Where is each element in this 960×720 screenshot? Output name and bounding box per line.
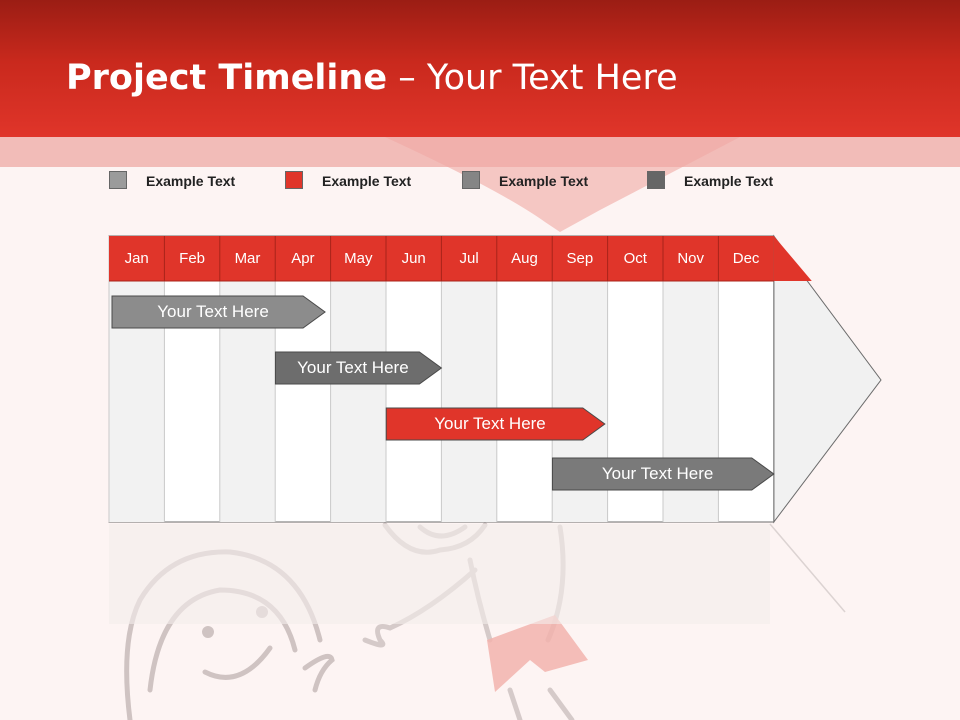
task-bar-label: Your Text Here: [297, 358, 409, 377]
month-header-tip: [773, 236, 812, 281]
month-label: Apr: [291, 250, 315, 267]
month-label: May: [344, 250, 373, 267]
month-label: Jan: [124, 250, 149, 267]
task-bar-label: Your Text Here: [157, 302, 269, 321]
month-label: Dec: [732, 250, 760, 267]
month-label: Mar: [234, 250, 261, 267]
month-column: [330, 281, 386, 522]
timeline-chart: [108, 234, 882, 524]
month-label: Feb: [179, 250, 206, 267]
month-label: Aug: [511, 250, 538, 267]
month-label: Sep: [566, 250, 594, 267]
task-bar-label: Your Text Here: [434, 414, 546, 433]
month-label: Oct: [623, 250, 647, 267]
task-bar-label: Your Text Here: [601, 464, 714, 483]
month-label: Nov: [677, 250, 705, 267]
month-label: Jun: [401, 250, 426, 267]
month-label: Jul: [459, 250, 479, 267]
month-column: [441, 281, 497, 522]
